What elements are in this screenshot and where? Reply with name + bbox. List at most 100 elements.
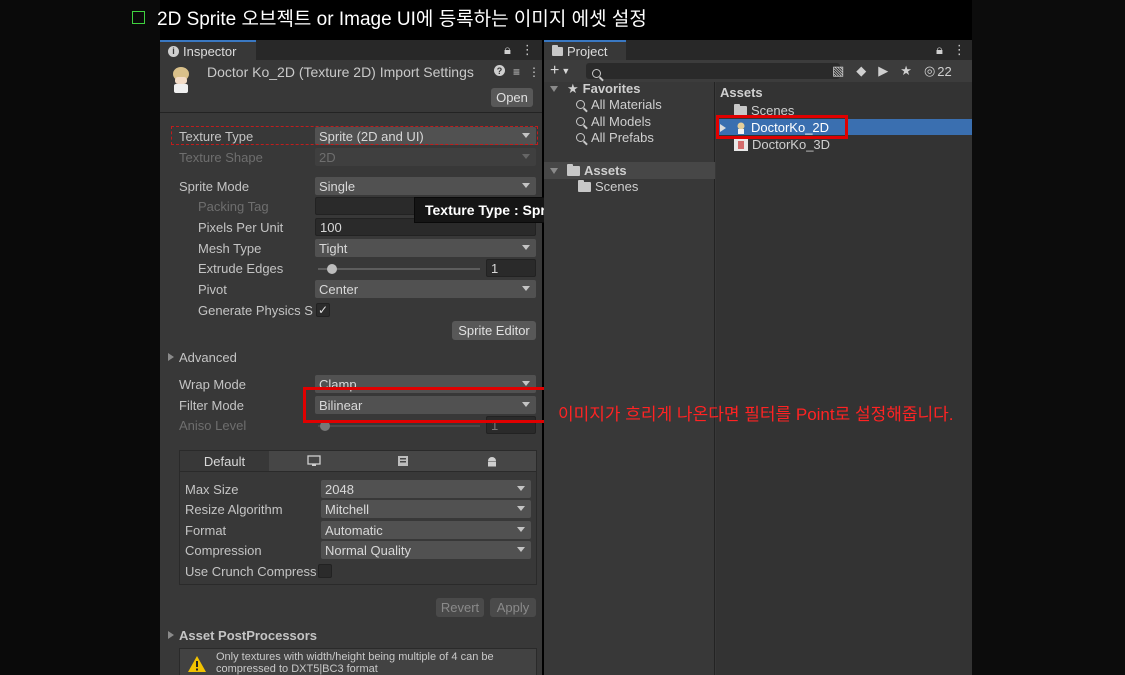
background-editor-right bbox=[972, 0, 1125, 675]
asset-item-label: DoctorKo_3D bbox=[752, 137, 831, 152]
max-size-label: Max Size bbox=[185, 481, 239, 497]
sprite-editor-button[interactable]: Sprite Editor bbox=[452, 321, 536, 340]
create-dropdown[interactable]: + ▼ bbox=[550, 60, 570, 82]
compression-dropdown[interactable]: Normal Quality bbox=[321, 541, 531, 559]
favorites-foldout[interactable]: ★ Favorites bbox=[550, 80, 640, 97]
favorite-all-materials[interactable]: All Materials bbox=[576, 96, 662, 113]
warning-text: Only textures with width/height being mu… bbox=[216, 651, 494, 675]
format-value: Automatic bbox=[325, 522, 383, 538]
resize-algorithm-value: Mitchell bbox=[325, 501, 370, 517]
platform-tabs: Default bbox=[179, 450, 537, 472]
tab-platform-webgl[interactable] bbox=[358, 451, 447, 471]
chevron-down-icon bbox=[522, 154, 530, 159]
tab-inspector-label: Inspector bbox=[183, 43, 237, 59]
header-divider bbox=[160, 112, 542, 113]
tab-platform-default[interactable]: Default bbox=[180, 451, 269, 471]
resize-algorithm-label: Resize Algorithm bbox=[185, 501, 283, 517]
resize-algorithm-dropdown[interactable]: Mitchell bbox=[321, 500, 531, 518]
wrap-mode-label: Wrap Mode bbox=[179, 376, 246, 392]
tab-platform-standalone[interactable] bbox=[269, 451, 358, 471]
tab-inspector[interactable]: i Inspector bbox=[160, 40, 256, 60]
hidden-packages-count: 22 bbox=[937, 63, 952, 79]
tag-icon[interactable]: ▶ bbox=[878, 63, 888, 79]
tab-project[interactable]: Project bbox=[544, 40, 626, 60]
generate-physics-shape-label: Generate Physics S bbox=[198, 302, 313, 318]
pivot-dropdown[interactable]: Center bbox=[315, 280, 536, 298]
advanced-foldout[interactable]: Advanced bbox=[168, 347, 237, 367]
eye-slash-icon: ◎ bbox=[923, 63, 936, 78]
folder-open-icon bbox=[567, 163, 580, 176]
favorite-all-models[interactable]: All Models bbox=[576, 113, 651, 130]
assets-list-panel bbox=[716, 82, 972, 675]
generate-physics-shape-checkbox[interactable]: ✓ bbox=[316, 303, 330, 317]
filter-mode-annotation: 이미지가 흐리게 나온다면 필터를 Point로 설정해줍니다. bbox=[558, 405, 954, 424]
texture-shape-label: Texture Shape bbox=[179, 149, 263, 165]
sprite-mode-dropdown[interactable]: Single bbox=[315, 177, 536, 195]
favorite-star-icon[interactable]: ★ bbox=[900, 63, 912, 79]
texture-shape-value: 2D bbox=[319, 149, 336, 165]
help-icon[interactable]: ? bbox=[494, 65, 505, 76]
lock-icon[interactable]: 🔒︎ bbox=[936, 42, 943, 58]
format-dropdown[interactable]: Automatic bbox=[321, 521, 531, 539]
background-editor-left bbox=[0, 0, 160, 675]
filter-mode-highlight bbox=[303, 387, 548, 423]
favorite-item-label: All Models bbox=[591, 114, 651, 129]
inspector-title: Doctor Ko_2D (Texture 2D) Import Setting… bbox=[207, 64, 474, 80]
favorites-label: Favorites bbox=[582, 81, 641, 96]
extrude-edges-input[interactable]: 1 bbox=[486, 259, 536, 277]
favorite-all-prefabs[interactable]: All Prefabs bbox=[576, 129, 654, 146]
chevron-down-icon bbox=[517, 527, 525, 532]
project-filter-tools: ▧ ◆ ▶ ★ ◎ 22 bbox=[832, 60, 952, 82]
search-by-label-icon[interactable]: ◆ bbox=[856, 63, 866, 79]
header-more-icon[interactable]: ⋮ bbox=[528, 65, 540, 79]
preset-icon[interactable]: ≡ bbox=[513, 65, 520, 79]
pixels-per-unit-label: Pixels Per Unit bbox=[198, 219, 284, 235]
use-crunch-checkbox[interactable] bbox=[318, 564, 332, 578]
android-icon bbox=[487, 456, 496, 466]
foldout-arrow-icon bbox=[168, 631, 174, 639]
asset-postprocessors-foldout[interactable]: Asset PostProcessors bbox=[168, 625, 317, 645]
pivot-label: Pivot bbox=[198, 281, 227, 297]
search-icon bbox=[576, 133, 585, 142]
folder-icon bbox=[734, 103, 747, 116]
chevron-down-icon: ▼ bbox=[561, 66, 571, 76]
tree-item-label: Scenes bbox=[595, 179, 639, 194]
inspector-panel: i Inspector 🔒︎ ⋮ Doctor Ko_2D (Texture 2… bbox=[160, 40, 542, 675]
search-icon bbox=[576, 117, 585, 126]
chevron-down-icon bbox=[522, 381, 530, 386]
webgl-icon bbox=[397, 456, 408, 466]
lock-icon[interactable]: 🔒︎ bbox=[504, 42, 511, 58]
selected-asset-highlight bbox=[716, 115, 848, 139]
revert-button[interactable]: Revert bbox=[436, 598, 484, 617]
chevron-down-icon bbox=[517, 547, 525, 552]
folder-icon bbox=[578, 179, 591, 192]
search-input[interactable] bbox=[586, 63, 840, 79]
assets-breadcrumb[interactable]: Assets bbox=[720, 83, 763, 101]
plus-icon: + bbox=[550, 62, 560, 79]
monitor-icon bbox=[306, 455, 321, 466]
more-menu-icon[interactable]: ⋮ bbox=[953, 42, 966, 58]
more-menu-icon[interactable]: ⋮ bbox=[521, 42, 534, 58]
tab-platform-android[interactable] bbox=[447, 451, 536, 471]
foldout-arrow-icon bbox=[550, 167, 558, 174]
pivot-value: Center bbox=[319, 281, 359, 297]
extrude-edges-slider-handle[interactable] bbox=[327, 264, 338, 274]
mesh-type-dropdown[interactable]: Tight bbox=[315, 239, 536, 257]
sprite-mode-value: Single bbox=[319, 178, 356, 194]
extrude-edges-slider-track[interactable] bbox=[318, 268, 480, 270]
favorite-item-label: All Prefabs bbox=[591, 130, 654, 145]
hidden-packages-toggle[interactable]: ◎ 22 bbox=[924, 63, 952, 79]
chevron-down-icon bbox=[522, 245, 530, 250]
compression-label: Compression bbox=[185, 542, 262, 558]
info-icon: i bbox=[168, 45, 179, 57]
max-size-dropdown[interactable]: 2048 bbox=[321, 480, 531, 498]
open-button[interactable]: Open bbox=[491, 88, 533, 107]
sprite-mode-label: Sprite Mode bbox=[179, 178, 250, 194]
apply-button[interactable]: Apply bbox=[490, 598, 536, 617]
search-by-type-icon[interactable]: ▧ bbox=[832, 63, 844, 79]
assets-tree-foldout[interactable]: Assets bbox=[550, 162, 627, 179]
assets-tree-label: Assets bbox=[584, 163, 627, 178]
use-crunch-label: Use Crunch Compress bbox=[185, 563, 317, 579]
caption-text: 2D Sprite 오브젝트 or Image UI에 등록하는 이미지 에셋 … bbox=[157, 8, 647, 30]
tree-item-scenes[interactable]: Scenes bbox=[578, 178, 638, 195]
